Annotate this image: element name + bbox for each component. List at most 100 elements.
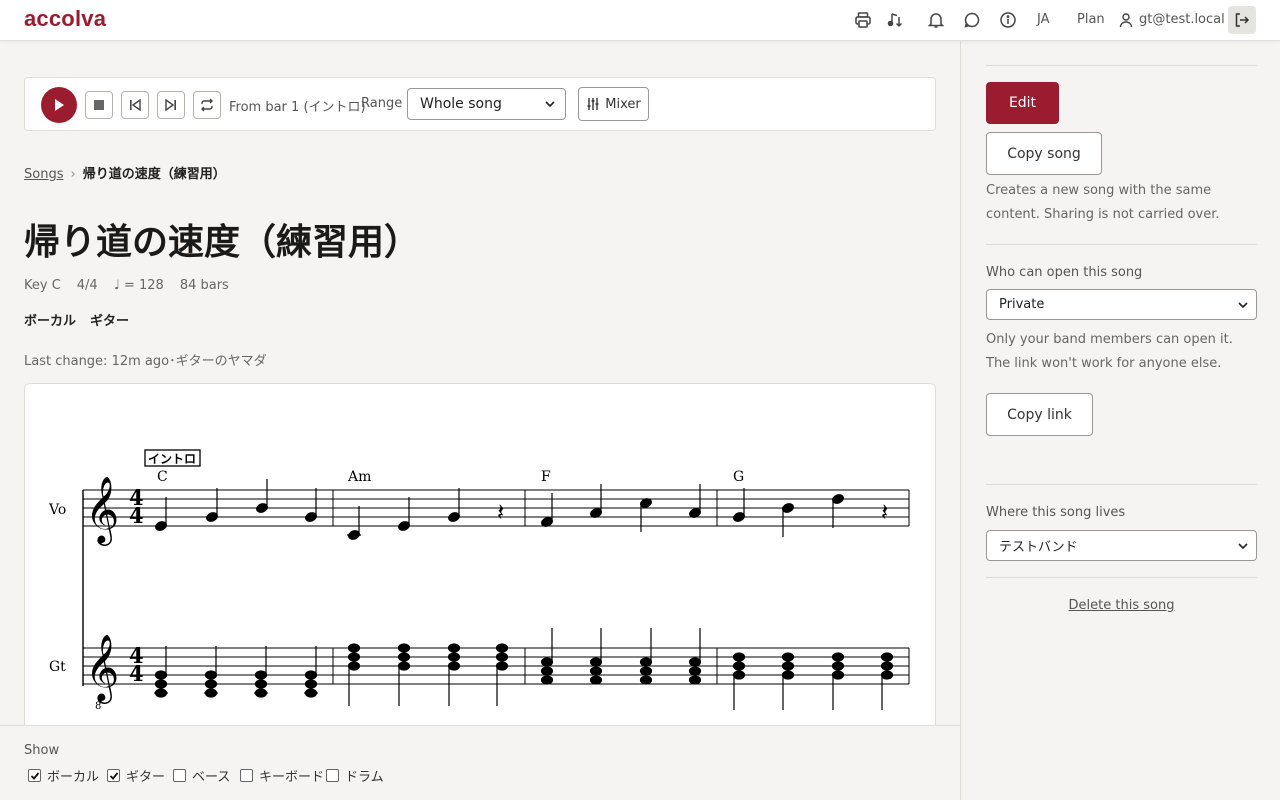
treble-clef: 𝄞 (85, 475, 119, 546)
show-toggle-keyboard[interactable]: キーボード (240, 766, 324, 785)
stop-icon (94, 100, 104, 110)
page-title: 帰り道の速度（練習用） (24, 221, 421, 263)
show-label: Show (24, 743, 60, 758)
show-toggle-bass[interactable]: ベース (173, 766, 230, 785)
breadcrumb-current: 帰り道の速度（練習用） (82, 167, 226, 182)
language-switch[interactable]: JA (1037, 12, 1050, 27)
skip-back-icon (130, 99, 141, 111)
access-note: Only your band members can open it. The … (986, 332, 1233, 371)
song-tempo: ♩ = 128 (113, 278, 164, 293)
last-change: Last change: 12m ago･ギターのヤマダ (24, 354, 267, 369)
chord-symbol: F (541, 469, 551, 485)
access-select[interactable]: Private (986, 289, 1257, 320)
song-bars: 84 bars (179, 278, 229, 293)
rehearsal-mark: イントロ (148, 452, 196, 466)
access-label: Who can open this song (986, 265, 1143, 280)
range-select[interactable]: Whole song (407, 88, 566, 120)
logout-button[interactable] (1228, 6, 1256, 34)
loop-button[interactable] (193, 91, 221, 119)
mixer-button[interactable]: Mixer (578, 87, 649, 121)
show-toggle-drums[interactable]: ドラム (326, 766, 384, 785)
range-select-value: Whole song (420, 96, 502, 112)
checkbox[interactable] (240, 769, 253, 782)
play-button[interactable] (41, 87, 77, 123)
copy-link-button[interactable]: Copy link (986, 393, 1093, 436)
access-select-value: Private (999, 297, 1045, 312)
check-icon (109, 771, 118, 780)
chat-icon[interactable] (962, 10, 982, 30)
stave-label: Vo (48, 502, 66, 518)
show-toggle-label: ベース (192, 770, 231, 785)
skip-forward-button[interactable] (157, 91, 185, 119)
show-toggle-label: ドラム (345, 770, 384, 785)
chord-symbol: C (157, 469, 168, 485)
breadcrumb-songs-link[interactable]: Songs (24, 167, 63, 182)
logo[interactable]: accolva (24, 6, 106, 32)
chord-symbol: Am (347, 469, 371, 485)
edit-button[interactable]: Edit (986, 82, 1059, 124)
score-svg: イントロ C Am F G Vo Gt 𝄞 4 4 𝄞 8 4 4 𝄽 𝄽 (48, 449, 910, 712)
breadcrumb-separator: › (70, 167, 76, 182)
check-icon (30, 771, 39, 780)
chord-symbol: G (733, 469, 744, 485)
sliders-icon (587, 98, 599, 110)
divider (986, 577, 1257, 578)
chevron-down-icon (1238, 543, 1248, 550)
divider (986, 484, 1257, 485)
user-email[interactable]: gt@test.local (1139, 12, 1225, 27)
show-toggle-label: キーボード (259, 770, 325, 785)
checkbox[interactable] (173, 769, 186, 782)
octave-mark: 8 (95, 701, 101, 712)
checkbox[interactable] (28, 769, 41, 782)
guitar-chords (154, 628, 894, 710)
skip-back-button[interactable] (121, 91, 149, 119)
music-download-icon[interactable] (885, 10, 905, 30)
copy-song-button[interactable]: Copy song (986, 132, 1102, 175)
show-toggle-label: ボーカル (47, 770, 100, 785)
score-view[interactable]: イントロ C Am F G Vo Gt 𝄞 4 4 𝄞 8 4 4 𝄽 𝄽 (24, 383, 936, 743)
song-time-signature: 4/4 (76, 278, 98, 293)
stave-label: Gt (49, 659, 66, 675)
show-toggle-guitar[interactable]: ギター (107, 766, 165, 785)
skip-forward-icon (165, 99, 176, 111)
stop-button[interactable] (85, 91, 113, 119)
play-icon (55, 99, 64, 111)
song-meta: Key C 4/4 ♩ = 128 84 bars (24, 278, 245, 293)
main-content: From bar 1 (イントロ) Range Whole song Mixer… (0, 41, 960, 800)
song-parts: ボーカル ギター (24, 310, 143, 329)
bell-icon[interactable] (926, 10, 946, 30)
info-icon[interactable] (998, 10, 1018, 30)
location-label: Where this song lives (986, 505, 1126, 520)
quarter-rest: 𝄽 (881, 498, 888, 526)
mixer-label: Mixer (605, 96, 641, 112)
delete-song-link[interactable]: Delete this song (986, 598, 1257, 613)
part-name: ギター (90, 314, 130, 329)
song-key: Key C (24, 278, 61, 293)
range-label: Range (361, 96, 403, 111)
from-bar-label: From bar 1 (イントロ) (229, 100, 366, 115)
checkbox[interactable] (107, 769, 120, 782)
chevron-down-icon (1238, 302, 1248, 309)
divider (986, 244, 1257, 245)
copy-song-note: Creates a new song with the same content… (986, 183, 1220, 222)
quarter-rest: 𝄽 (497, 498, 504, 526)
chevron-down-icon (545, 101, 555, 108)
user-icon (1118, 10, 1134, 30)
sidebar: Edit Copy song Creates a new song with t… (960, 41, 1280, 800)
divider (986, 65, 1257, 66)
breadcrumb: Songs › 帰り道の速度（練習用） (24, 163, 226, 182)
logout-icon (1235, 13, 1250, 27)
player-bar: From bar 1 (イントロ) Range Whole song Mixer (24, 77, 936, 131)
print-icon[interactable] (853, 10, 873, 30)
treble-clef: 𝄞 (85, 633, 119, 704)
checkbox[interactable] (326, 769, 339, 782)
location-select[interactable]: テストバンド (986, 530, 1257, 561)
top-bar: accolva JA Plan gt@test.local (0, 0, 1280, 41)
location-select-value: テストバンド (999, 540, 1078, 555)
part-name: ボーカル (24, 314, 77, 329)
show-toggle-label: ギター (126, 770, 166, 785)
show-toggle-vocal[interactable]: ボーカル (28, 766, 99, 785)
time-signature: 4 (129, 503, 144, 528)
time-signature: 4 (129, 661, 144, 686)
plan-link[interactable]: Plan (1077, 12, 1105, 27)
